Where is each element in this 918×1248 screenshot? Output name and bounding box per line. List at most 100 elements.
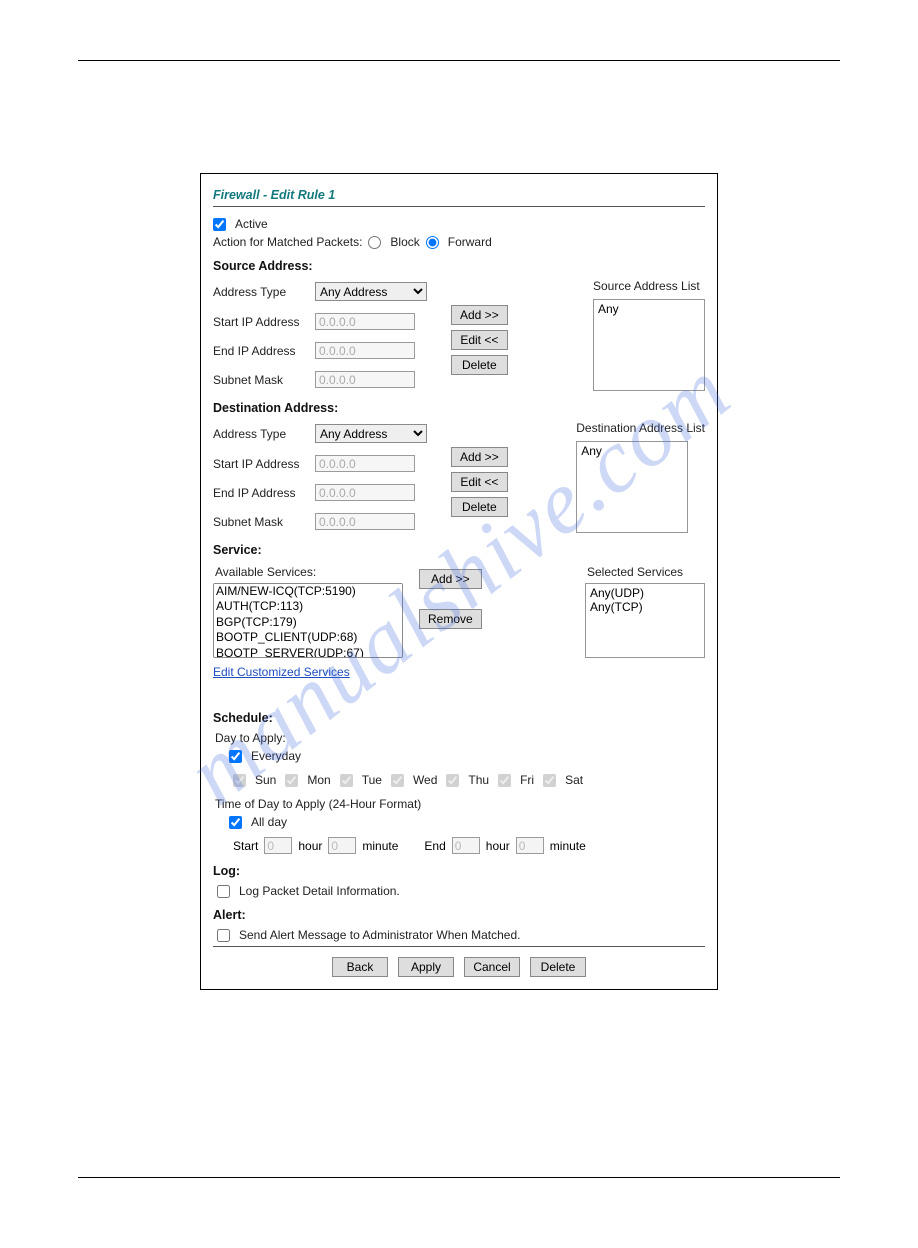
src-startip-label: Start IP Address <box>213 315 305 329</box>
src-startip-input[interactable] <box>315 313 415 330</box>
list-item[interactable]: BGP(TCP:179) <box>214 615 402 630</box>
day-label: Wed <box>413 773 437 787</box>
action-label: Action for Matched Packets: <box>213 235 362 249</box>
src-edit-button[interactable]: Edit << <box>451 330 508 350</box>
source-heading: Source Address: <box>213 259 705 273</box>
allday-checkbox[interactable] <box>229 816 242 829</box>
hour-label: hour <box>486 839 510 853</box>
action-block-radio[interactable] <box>368 236 381 249</box>
dst-edit-button[interactable]: Edit << <box>451 472 508 492</box>
minute-label: minute <box>550 839 586 853</box>
src-delete-button[interactable]: Delete <box>451 355 508 375</box>
hour-label: hour <box>298 839 322 853</box>
active-checkbox[interactable] <box>213 218 226 231</box>
panel-title: Firewall - Edit Rule 1 <box>213 188 705 202</box>
day-sun-checkbox[interactable] <box>233 774 246 787</box>
day-label: Sun <box>255 773 276 787</box>
src-endip-input[interactable] <box>315 342 415 359</box>
service-remove-button[interactable]: Remove <box>419 609 482 629</box>
day-label: Tue <box>362 773 382 787</box>
list-item: Any(TCP) <box>590 600 700 614</box>
day-wed-checkbox[interactable] <box>391 774 404 787</box>
dst-subnet-input[interactable] <box>315 513 415 530</box>
alert-heading: Alert: <box>213 908 705 922</box>
day-mon-checkbox[interactable] <box>285 774 298 787</box>
src-list-heading: Source Address List <box>593 279 705 293</box>
available-services-select[interactable]: AIM/NEW-ICQ(TCP:5190) AUTH(TCP:113) BGP(… <box>213 583 403 658</box>
dst-list-heading: Destination Address List <box>576 421 705 435</box>
end-minute-input[interactable] <box>516 837 544 854</box>
action-forward-radio[interactable] <box>426 236 439 249</box>
everyday-checkbox[interactable] <box>229 750 242 763</box>
end-hour-input[interactable] <box>452 837 480 854</box>
log-checkbox[interactable] <box>217 885 230 898</box>
day-sat-checkbox[interactable] <box>543 774 556 787</box>
footer-divider <box>213 946 705 947</box>
selected-services-list[interactable]: Any(UDP) Any(TCP) <box>585 583 705 658</box>
dest-address-block: Address Type Any Address Start IP Addres… <box>213 421 705 533</box>
dst-address-list[interactable]: Any <box>576 441 688 533</box>
action-block-label: Block <box>390 235 419 249</box>
day-label: Mon <box>307 773 330 787</box>
day-thu-checkbox[interactable] <box>446 774 459 787</box>
page-top-rule <box>78 60 840 61</box>
end-label: End <box>424 839 445 853</box>
source-address-block: Address Type Any Address Start IP Addres… <box>213 279 705 391</box>
start-hour-input[interactable] <box>264 837 292 854</box>
service-heading: Service: <box>213 543 705 557</box>
apply-button[interactable]: Apply <box>398 957 454 977</box>
start-minute-input[interactable] <box>328 837 356 854</box>
page-bottom-rule <box>78 1177 840 1178</box>
src-subnet-label: Subnet Mask <box>213 373 305 387</box>
dst-startip-label: Start IP Address <box>213 457 305 471</box>
log-heading: Log: <box>213 864 705 878</box>
src-addrtype-select[interactable]: Any Address <box>315 282 427 301</box>
start-label: Start <box>233 839 258 853</box>
service-add-button[interactable]: Add >> <box>419 569 482 589</box>
action-forward-label: Forward <box>448 235 492 249</box>
day-label: Sat <box>565 773 583 787</box>
available-services-label: Available Services: <box>215 565 403 579</box>
dst-addrtype-select[interactable]: Any Address <box>315 424 427 443</box>
src-address-list[interactable]: Any <box>593 299 705 391</box>
log-label: Log Packet Detail Information. <box>239 884 400 898</box>
firewall-edit-panel: manualshive.com Firewall - Edit Rule 1 A… <box>200 173 718 990</box>
dst-add-button[interactable]: Add >> <box>451 447 508 467</box>
dest-heading: Destination Address: <box>213 401 705 415</box>
dst-subnet-label: Subnet Mask <box>213 515 305 529</box>
cancel-button[interactable]: Cancel <box>464 957 520 977</box>
list-item: Any(UDP) <box>590 586 700 600</box>
src-endip-label: End IP Address <box>213 344 305 358</box>
alert-label: Send Alert Message to Administrator When… <box>239 928 520 942</box>
day-label: Fri <box>520 773 534 787</box>
src-add-button[interactable]: Add >> <box>451 305 508 325</box>
src-subnet-input[interactable] <box>315 371 415 388</box>
list-item: Any <box>581 444 683 458</box>
list-item[interactable]: AIM/NEW-ICQ(TCP:5190) <box>214 584 402 599</box>
day-tue-checkbox[interactable] <box>340 774 353 787</box>
day-fri-checkbox[interactable] <box>498 774 511 787</box>
dst-addrtype-label: Address Type <box>213 427 305 441</box>
everyday-label: Everyday <box>251 749 301 763</box>
dst-endip-label: End IP Address <box>213 486 305 500</box>
schedule-heading: Schedule: <box>213 711 705 725</box>
active-label: Active <box>235 217 268 231</box>
edit-customized-services-link[interactable]: Edit Customized Services <box>213 665 350 679</box>
list-item[interactable]: BOOTP_SERVER(UDP:67) <box>214 646 402 658</box>
dst-delete-button[interactable]: Delete <box>451 497 508 517</box>
minute-label: minute <box>362 839 398 853</box>
list-item[interactable]: AUTH(TCP:113) <box>214 599 402 614</box>
alert-checkbox[interactable] <box>217 929 230 942</box>
list-item: Any <box>598 302 700 316</box>
src-addrtype-label: Address Type <box>213 285 305 299</box>
back-button[interactable]: Back <box>332 957 388 977</box>
delete-button[interactable]: Delete <box>530 957 586 977</box>
dst-startip-input[interactable] <box>315 455 415 472</box>
dst-endip-input[interactable] <box>315 484 415 501</box>
time-of-day-label: Time of Day to Apply (24-Hour Format) <box>215 797 705 811</box>
list-item[interactable]: BOOTP_CLIENT(UDP:68) <box>214 630 402 645</box>
day-label: Thu <box>468 773 489 787</box>
allday-label: All day <box>251 815 287 829</box>
selected-services-label: Selected Services <box>587 565 705 579</box>
title-divider <box>213 206 705 207</box>
